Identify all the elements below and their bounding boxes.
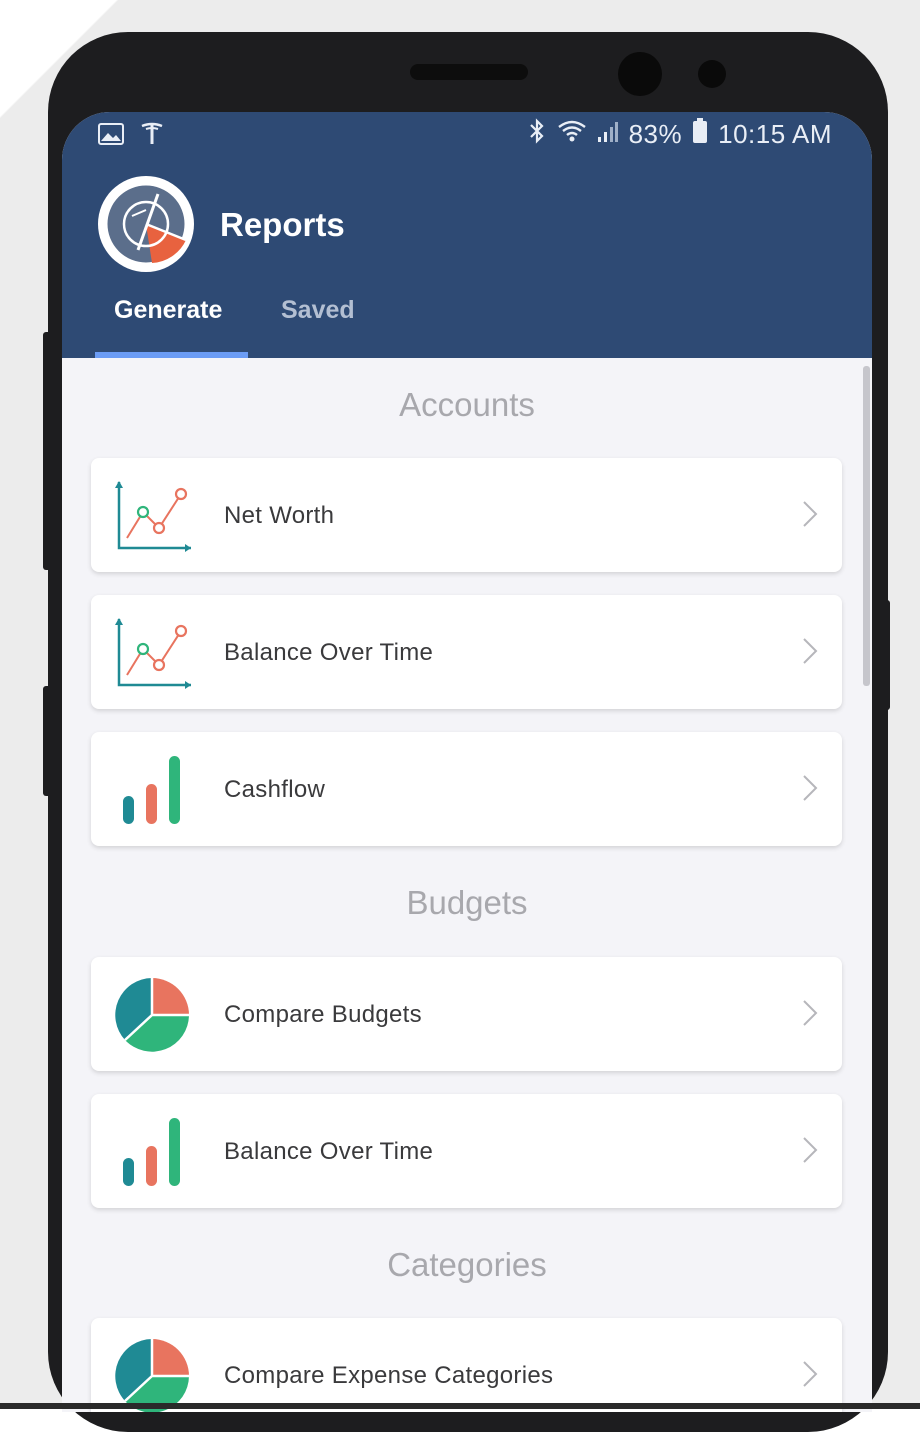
- line-chart-icon: [113, 478, 191, 554]
- chevron-right-icon: [798, 997, 822, 1029]
- reports-logo-icon: [98, 176, 194, 272]
- report-item-label: Balance Over Time: [224, 1138, 434, 1165]
- section-title-accounts: Accounts: [399, 386, 535, 423]
- clock: 10:15 AM: [718, 119, 832, 149]
- chevron-right-icon: [798, 1134, 822, 1166]
- bar-chart-icon: [113, 752, 191, 828]
- tab-generate[interactable]: Generate: [114, 296, 222, 325]
- report-item-label: Balance Over Time: [224, 639, 434, 666]
- report-item-balance-over-time[interactable]: Balance Over Time: [91, 595, 842, 709]
- chevron-right-icon: [798, 772, 822, 804]
- bottom-edge: [0, 1403, 920, 1409]
- report-item-label: Compare Budgets: [224, 1001, 422, 1028]
- wifi-icon: [557, 119, 587, 150]
- tab-indicator: [95, 352, 248, 358]
- signal-icon: [597, 119, 619, 150]
- phone-speaker: [410, 64, 528, 80]
- app-screen: 83% 10:15 AM Reports Generate Saved Acco…: [62, 112, 872, 1412]
- bar-chart-icon: [113, 1114, 191, 1190]
- line-chart-icon: [113, 615, 191, 691]
- section-title-categories: Categories: [387, 1246, 547, 1283]
- page-title: Reports: [220, 206, 345, 243]
- report-item-label: Net Worth: [224, 502, 335, 529]
- antenna-icon: [140, 122, 164, 151]
- report-item-cashflow[interactable]: Cashflow: [91, 732, 842, 846]
- phone-camera: [618, 52, 662, 96]
- section-title-budgets: Budgets: [406, 884, 528, 921]
- report-item-label: Cashflow: [224, 776, 326, 803]
- phone-sensor: [698, 60, 726, 88]
- report-item-compare-expense-categories[interactable]: Compare Expense Categories: [91, 1318, 842, 1412]
- pie-chart-icon: [113, 1338, 191, 1412]
- report-item-compare-budgets[interactable]: Compare Budgets: [91, 957, 842, 1071]
- chevron-right-icon: [798, 498, 822, 530]
- battery-percent: 83%: [628, 119, 683, 149]
- status-bar: 83% 10:15 AM: [62, 112, 872, 160]
- chevron-right-icon: [798, 635, 822, 667]
- app-header: 83% 10:15 AM Reports Generate Saved: [62, 112, 872, 358]
- report-item-net-worth[interactable]: Net Worth: [91, 458, 842, 572]
- battery-icon: [692, 118, 708, 151]
- image-icon: [98, 123, 124, 150]
- bluetooth-icon: [527, 118, 547, 151]
- report-item-label: Compare Expense Categories: [224, 1362, 554, 1389]
- tab-saved[interactable]: Saved: [281, 296, 355, 325]
- chevron-right-icon: [798, 1358, 822, 1390]
- pie-chart-icon: [113, 977, 191, 1053]
- report-item-budget-balance-over-time[interactable]: Balance Over Time: [91, 1094, 842, 1208]
